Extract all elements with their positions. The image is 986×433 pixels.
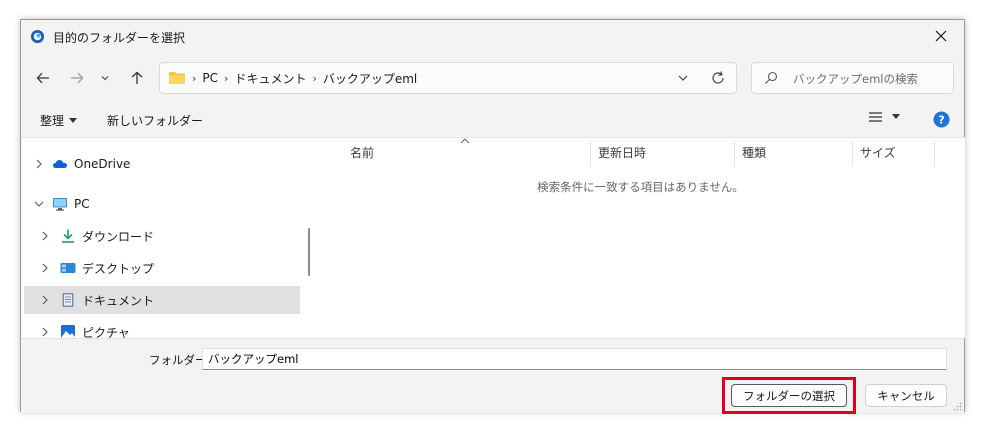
close-button[interactable] bbox=[918, 20, 964, 52]
column-header-type[interactable]: 種類 bbox=[742, 144, 766, 164]
new-folder-button[interactable]: 新しいフォルダー bbox=[107, 112, 203, 129]
computer-monitor-icon bbox=[53, 198, 67, 211]
back-button[interactable] bbox=[31, 66, 55, 90]
up-button[interactable] bbox=[125, 66, 149, 90]
nav-item-onedrive[interactable]: OneDrive bbox=[24, 150, 300, 178]
column-divider[interactable] bbox=[934, 140, 935, 166]
search-box[interactable]: バックアップemlの検索 bbox=[751, 62, 954, 94]
document-icon bbox=[62, 293, 74, 307]
breadcrumb-documents[interactable]: ドキュメント bbox=[234, 70, 306, 87]
recent-locations-button[interactable] bbox=[97, 66, 113, 90]
app-icon bbox=[30, 29, 45, 44]
nav-label: デスクトップ bbox=[82, 261, 155, 276]
column-header-modified[interactable]: 更新日時 bbox=[598, 144, 646, 164]
select-folder-button[interactable]: フォルダーの選択 bbox=[731, 384, 847, 407]
navigation-row: › PC › ドキュメント › バックアップeml バックアップemlの検索 bbox=[21, 60, 964, 96]
chevron-right-icon[interactable] bbox=[40, 295, 50, 305]
window-title: 目的のフォルダーを選択 bbox=[53, 31, 186, 45]
nav-item-downloads[interactable]: ダウンロード bbox=[24, 222, 300, 250]
caret-down-icon bbox=[69, 117, 78, 123]
arrow-right-icon bbox=[71, 72, 84, 84]
chevron-right-icon[interactable] bbox=[40, 263, 50, 273]
address-history-chevron-icon[interactable] bbox=[676, 71, 690, 85]
arrow-up-icon bbox=[131, 71, 143, 84]
list-view-icon bbox=[869, 112, 882, 122]
forward-button[interactable] bbox=[65, 66, 89, 90]
organize-label: 整理 bbox=[40, 114, 65, 128]
search-placeholder: バックアップemlの検索 bbox=[793, 72, 918, 86]
breadcrumb-separator: › bbox=[192, 71, 197, 85]
chevron-down-icon bbox=[101, 76, 109, 81]
resize-grip-icon[interactable] bbox=[952, 401, 962, 411]
nav-pane-scrollbar[interactable] bbox=[308, 228, 310, 276]
nav-label: PC bbox=[74, 197, 90, 211]
chevron-right-icon[interactable] bbox=[40, 327, 50, 337]
svg-text:?: ? bbox=[938, 114, 944, 127]
search-icon bbox=[765, 71, 778, 84]
breadcrumb-backup-eml[interactable]: バックアップeml bbox=[323, 70, 417, 87]
chevron-down-icon[interactable] bbox=[34, 199, 44, 209]
chevron-right-icon[interactable] bbox=[40, 231, 50, 241]
onedrive-cloud-icon bbox=[53, 160, 67, 168]
arrow-left-icon bbox=[36, 72, 49, 84]
column-header-name[interactable]: 名前 bbox=[350, 144, 374, 164]
title-bar: 目的のフォルダーを選択 bbox=[21, 20, 964, 52]
nav-label: ドキュメント bbox=[82, 293, 155, 308]
breadcrumb: › PC › ドキュメント › バックアップeml bbox=[168, 63, 417, 93]
folder-icon bbox=[169, 72, 185, 84]
content-area: OneDrive PC ダウンロード デスクトップ ドキュメント ピクチャ 名前… bbox=[22, 137, 965, 340]
dialog-footer: フォルダー: フォルダーの選択 キャンセル bbox=[21, 338, 964, 414]
nav-item-desktop[interactable]: デスクトップ bbox=[24, 254, 300, 282]
breadcrumb-separator: › bbox=[224, 71, 229, 85]
folder-picker-dialog: 目的のフォルダーを選択 › PC › ドキュメント › バックアップeml バッ… bbox=[20, 19, 965, 414]
empty-results-message: 検索条件に一致する項目はありません。 bbox=[537, 180, 744, 194]
navigation-pane[interactable]: OneDrive PC ダウンロード デスクトップ ドキュメント ピクチャ bbox=[22, 138, 310, 340]
column-divider[interactable] bbox=[590, 140, 591, 166]
nav-label: OneDrive bbox=[74, 157, 131, 171]
nav-item-pc[interactable]: PC bbox=[24, 190, 300, 218]
help-icon[interactable]: ? bbox=[933, 111, 950, 128]
chevron-right-icon[interactable] bbox=[34, 159, 44, 169]
new-folder-label: 新しいフォルダー bbox=[107, 114, 204, 128]
folder-name-input[interactable] bbox=[202, 348, 947, 370]
cancel-button[interactable]: キャンセル bbox=[865, 384, 947, 407]
sort-ascending-icon bbox=[460, 138, 470, 144]
command-bar: 整理 新しいフォルダー ? bbox=[21, 106, 964, 134]
download-arrow-icon bbox=[62, 229, 74, 243]
column-header-size[interactable]: サイズ bbox=[860, 144, 896, 164]
nav-label: ダウンロード bbox=[82, 229, 155, 244]
address-bar[interactable]: › PC › ドキュメント › バックアップeml bbox=[159, 62, 737, 94]
refresh-icon[interactable] bbox=[710, 70, 726, 86]
close-icon bbox=[935, 30, 947, 42]
organize-button[interactable]: 整理 bbox=[40, 112, 78, 129]
breadcrumb-pc[interactable]: PC bbox=[202, 71, 218, 85]
column-divider[interactable] bbox=[734, 140, 735, 166]
file-list-pane[interactable]: 名前 更新日時 種類 サイズ 検索条件に一致する項目はありません。 bbox=[316, 138, 965, 338]
column-divider[interactable] bbox=[852, 140, 853, 166]
nav-item-documents[interactable]: ドキュメント bbox=[24, 286, 300, 314]
desktop-icon bbox=[60, 263, 76, 273]
view-options-button[interactable] bbox=[869, 112, 900, 122]
caret-down-icon bbox=[892, 114, 900, 119]
breadcrumb-separator: › bbox=[312, 71, 317, 85]
